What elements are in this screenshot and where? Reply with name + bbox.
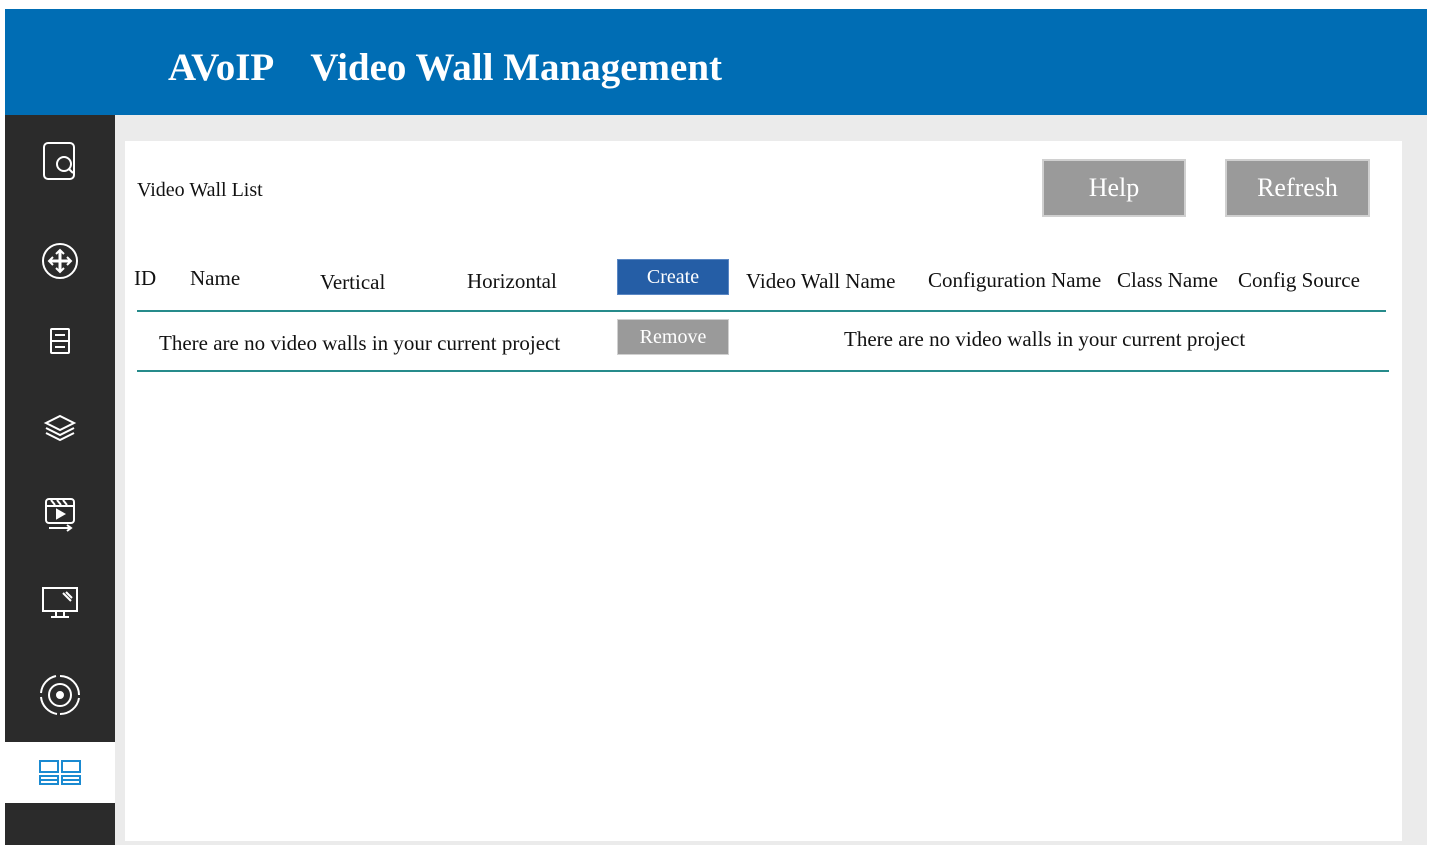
column-header-horizontal: Horizontal [467,269,557,293]
sidebar-item-devices[interactable] [5,311,115,371]
header-divider [137,310,1386,312]
sidebar-item-video-wall[interactable] [5,742,115,803]
sidebar-item-media[interactable] [5,484,115,544]
sidebar-item-layers[interactable] [5,397,115,457]
right-empty-message: There are no video walls in your current… [844,327,1246,351]
create-button[interactable]: Create [617,259,729,295]
column-header-id: ID [134,266,157,290]
left-empty-message: There are no video walls in your current… [159,331,561,355]
media-play-icon [45,498,75,532]
screen-search-icon [43,142,75,180]
sidebar-item-search[interactable] [5,131,115,191]
sidebar-item-target[interactable] [5,665,115,725]
sidebar-item-move[interactable] [5,231,115,291]
grid-layout-icon [39,759,81,785]
list-divider [137,370,1389,372]
panel-title: Video Wall List [137,179,263,201]
move-arrows-icon [42,243,78,279]
column-header-vertical: Vertical [320,270,386,294]
column-header-configuration-name: Configuration Name [928,268,1102,292]
sidebar [5,115,115,845]
column-header-class-name: Class Name [1117,268,1218,292]
remove-button[interactable]: Remove [617,319,729,355]
device-rack-icon [50,328,70,354]
column-header-name: Name [190,266,241,290]
layers-icon [43,414,77,442]
sidebar-item-display[interactable] [5,573,115,633]
video-wall-panel [125,141,1402,841]
column-header-config-source: Config Source [1238,268,1360,292]
target-icon [40,675,80,716]
monitor-icon [42,587,78,618]
app-title: AVoIP Video Wall Management [168,46,723,89]
column-header-video-wall-name: Video Wall Name [746,269,896,293]
help-button[interactable]: Help [1042,159,1186,217]
refresh-button[interactable]: Refresh [1225,159,1370,217]
